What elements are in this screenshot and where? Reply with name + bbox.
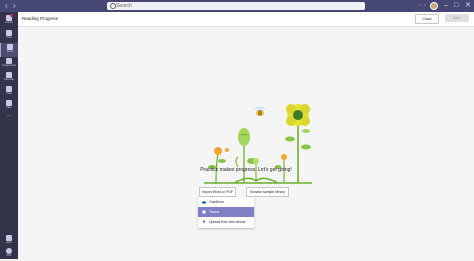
- empty-state-message: Practice makes progress. Let's get going…: [200, 167, 292, 173]
- rail-item-assignments[interactable]: Assignments: [0, 57, 18, 71]
- rail-item-activity[interactable]: Activity: [0, 14, 18, 28]
- rail-item-files[interactable]: Files: [0, 99, 18, 113]
- minimize-icon[interactable]: –: [444, 1, 448, 10]
- rail-label: Teams: [6, 50, 14, 53]
- rail-label: Activity: [5, 21, 13, 24]
- menu-item-onedrive[interactable]: OneDrive: [198, 197, 254, 207]
- rail-item-apps[interactable]: Apps: [0, 234, 18, 248]
- more-apps-icon[interactable]: ···: [6, 113, 12, 119]
- rail-label: Apps: [6, 241, 12, 244]
- main-content: Practice makes progress. Let's get going…: [18, 27, 474, 259]
- rail-item-calendar[interactable]: Calendar: [0, 71, 18, 85]
- app-rail: Activity Chat Teams Assignments Calendar…: [0, 12, 18, 259]
- menu-item-label: OneDrive: [209, 200, 224, 204]
- rail-label: Calls: [6, 92, 12, 95]
- rail-label: Calendar: [3, 78, 15, 81]
- search-input[interactable]: Search: [116, 2, 132, 10]
- cloud-icon: [202, 201, 206, 204]
- menu-item-upload-device[interactable]: Upload from this device: [198, 217, 254, 227]
- forward-arrow-icon[interactable]: ›: [13, 1, 16, 10]
- save-button[interactable]: Save: [445, 14, 469, 22]
- rail-label: Help: [6, 254, 12, 257]
- plants-illustration: [204, 104, 312, 184]
- page-header: Reading Progress Close Save: [18, 12, 474, 27]
- maximize-icon[interactable]: □: [454, 1, 458, 10]
- rail-item-chat[interactable]: Chat: [0, 29, 18, 43]
- close-button[interactable]: Close: [415, 14, 439, 24]
- browse-sample-library-button[interactable]: Browse sample library: [246, 187, 289, 197]
- import-source-menu: OneDrive Teams Upload from this device: [198, 197, 254, 228]
- notification-badge: [10, 14, 13, 17]
- teams-icon: [202, 210, 206, 214]
- rail-label: Assignments: [1, 64, 17, 67]
- search-box[interactable]: Search: [107, 2, 365, 10]
- rail-item-teams[interactable]: Teams: [0, 43, 18, 57]
- rail-item-calls[interactable]: Calls: [0, 85, 18, 99]
- rail-label: Chat: [6, 36, 12, 39]
- menu-item-label: Upload from this device: [209, 220, 246, 224]
- menu-item-teams[interactable]: Teams: [198, 207, 254, 217]
- upload-icon: [202, 220, 206, 224]
- back-arrow-icon[interactable]: ‹: [5, 1, 8, 10]
- title-bar: ‹ › Search ··· – □ ✕: [0, 0, 474, 12]
- avatar[interactable]: [430, 2, 438, 10]
- page-title: Reading Progress: [22, 16, 59, 21]
- more-options-icon[interactable]: ···: [418, 1, 427, 10]
- rail-label: Files: [6, 106, 12, 109]
- menu-item-label: Teams: [209, 210, 220, 214]
- close-window-icon[interactable]: ✕: [465, 1, 471, 10]
- import-word-pdf-button[interactable]: Import Word or PDF: [199, 187, 236, 197]
